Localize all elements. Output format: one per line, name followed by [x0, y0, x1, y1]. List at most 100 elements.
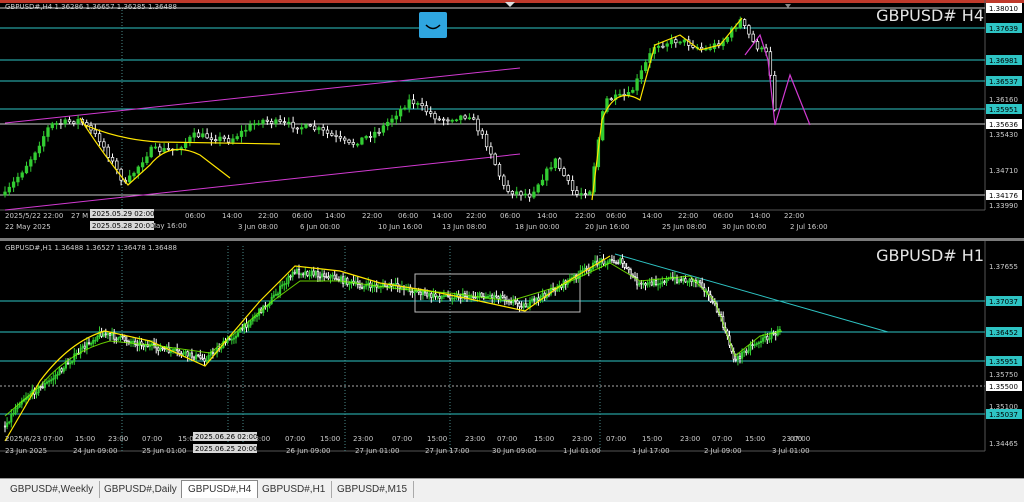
price-level-label: 1.36452: [989, 329, 1018, 337]
tab-daily[interactable]: GBPUSD#,Daily: [98, 481, 184, 498]
candle-body: [434, 293, 437, 297]
h1-ohlc-info: GBPUSD#,H1 1.36488 1.36527 1.36478 1.364…: [5, 244, 177, 252]
candle-body: [523, 193, 527, 196]
candle-body: [468, 296, 471, 299]
time-axis-label: 1 Jul 01:00: [563, 447, 601, 455]
candle-body: [491, 294, 494, 299]
candle-body: [678, 41, 682, 44]
candle-body: [516, 300, 519, 304]
candle-body: [150, 343, 154, 346]
tab-h1[interactable]: GBPUSD#,H1: [256, 481, 333, 498]
candle-body: [304, 124, 308, 128]
candle-body: [37, 145, 42, 154]
time-axis-label: 25 Jun 08:00: [662, 223, 706, 231]
candle-body: [515, 191, 519, 195]
candle-body: [272, 294, 275, 298]
price-tick-label: 1.34710: [989, 167, 1018, 175]
candle-body: [368, 136, 373, 138]
smile-icon[interactable]: [419, 12, 447, 38]
candle-body: [474, 296, 477, 299]
candle-body: [442, 295, 445, 298]
time-axis-label: 2 Jul 16:00: [790, 223, 828, 231]
candle-body: [310, 270, 313, 276]
candle-body: [686, 281, 689, 284]
candle-body: [119, 335, 122, 339]
candle-body: [214, 139, 218, 142]
h4-chart-panel[interactable]: 1.38010 1.37639 1.36981 1.36537 1.36160 1.359…: [0, 0, 1024, 238]
scroll-marker-icon: [505, 2, 515, 7]
candle-body: [205, 359, 208, 362]
candle-body: [553, 158, 558, 169]
tab-m15[interactable]: GBPUSD#,M15: [331, 481, 415, 498]
candle-body: [407, 99, 411, 109]
candle-body: [248, 124, 252, 131]
candle-body: [257, 123, 261, 125]
candle-body: [741, 351, 744, 359]
candle-body: [495, 295, 498, 298]
candle-body: [218, 136, 222, 142]
time-axis-label: 22:00: [784, 212, 804, 220]
candle-body: [594, 260, 597, 264]
price-tick-label: 1.36160: [989, 96, 1018, 104]
candle-body: [575, 190, 579, 195]
candle-body: [621, 258, 624, 264]
candle-body: [381, 125, 386, 133]
candle-body: [192, 132, 196, 138]
candle-body: [768, 338, 771, 341]
price-level-label: 1.34176: [989, 192, 1018, 200]
candle-body: [465, 296, 469, 299]
candle-body: [583, 193, 588, 195]
candle-body: [195, 354, 198, 360]
time-axis-label: 14:00: [642, 212, 662, 220]
h1-chart-panel[interactable]: 1.37655 1.37037 1.36452 1.35951 1.35750 1.355…: [0, 241, 1024, 474]
candle-body: [665, 43, 669, 47]
candle-body: [178, 350, 181, 354]
candle-body: [93, 129, 97, 135]
candle-body: [514, 300, 517, 302]
candle-body: [67, 119, 72, 123]
candle-body: [423, 291, 427, 294]
candle-body: [346, 277, 349, 285]
candle-body: [669, 39, 674, 45]
candle-body: [83, 345, 86, 349]
candle-body: [360, 286, 364, 289]
candle-body: [302, 273, 305, 276]
candle-body: [642, 283, 645, 285]
time-axis-label: May 16:00: [150, 222, 187, 230]
candle-body: [335, 278, 338, 281]
candle-body: [6, 422, 9, 428]
candle-body: [230, 338, 233, 341]
candle-body: [102, 333, 105, 337]
time-axis-label: 07:00: [392, 435, 412, 443]
candle-body: [321, 127, 325, 131]
tab-h4[interactable]: GBPUSD#,H4: [181, 480, 259, 498]
candle-body: [132, 172, 136, 177]
time-axis-label: 06:00: [292, 212, 312, 220]
candle-body: [113, 332, 116, 340]
h1-chart-canvas[interactable]: 1.37655 1.37037 1.36452 1.35951 1.35750 1.355…: [0, 241, 1024, 474]
candle-body: [76, 119, 80, 124]
candle-body: [252, 123, 257, 126]
candle-body: [274, 293, 277, 296]
candle-body: [446, 119, 450, 122]
h4-chart-canvas[interactable]: 1.38010 1.37639 1.36981 1.36537 1.36160 1.359…: [0, 0, 1024, 238]
candle-body: [371, 285, 374, 288]
candle-body: [7, 186, 11, 193]
tab-weekly[interactable]: GBPUSD#,Weekly: [4, 481, 101, 498]
candle-body: [618, 93, 622, 96]
candle-body: [470, 296, 473, 298]
candle-body: [232, 337, 235, 340]
candle-body: [149, 146, 153, 158]
candle-body: [338, 136, 343, 139]
candle-body: [228, 338, 231, 341]
time-axis-label: 27 Jun 17:00: [425, 447, 469, 455]
candle-body: [711, 301, 714, 303]
time-axis-label: 1 Jul 17:00: [632, 447, 670, 455]
candle-body: [493, 295, 496, 299]
time-axis-label: 14:00: [325, 212, 345, 220]
candle-body: [390, 118, 394, 123]
candle-body: [502, 175, 506, 186]
candle-body: [545, 168, 549, 181]
time-axis-label: 07:00: [142, 435, 162, 443]
candle-body: [510, 301, 513, 304]
